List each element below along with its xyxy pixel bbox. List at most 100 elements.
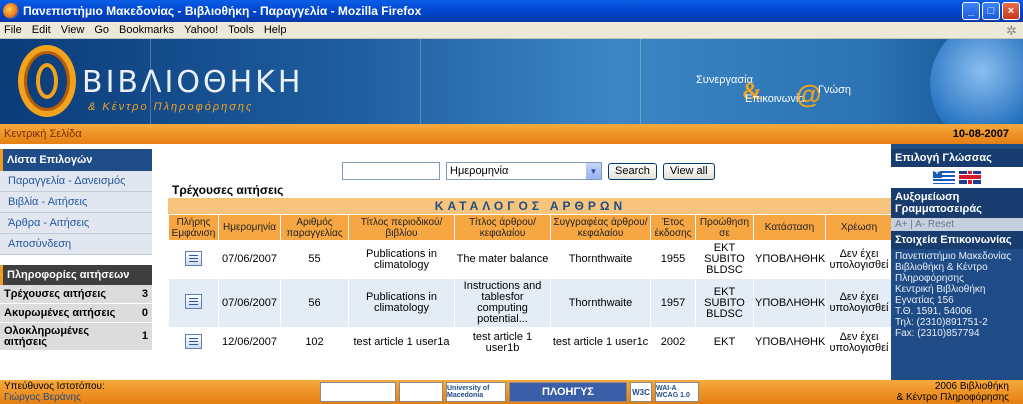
col-header-charge: Χρέωση [825, 214, 893, 241]
maximize-button[interactable]: □ [982, 2, 1000, 20]
menu-tools[interactable]: Tools [228, 24, 254, 36]
cell-charge: Δεν έχει υπολογισθεί [825, 278, 893, 328]
contact-info: Πανεπιστήμιο Μακεδονίας Βιβλιοθήκη & Κέν… [895, 251, 1012, 339]
stat-label: Ολοκληρωμένες αιτήσεις [4, 324, 90, 348]
w3c-logo-icon[interactable]: W3C [630, 382, 652, 402]
page-title: Τρέχουσες αιτήσεις [172, 183, 284, 197]
stat-label: Τρέχουσες αιτήσεις [4, 288, 107, 300]
stat-label: Ακυρωμένες αιτήσεις [4, 307, 116, 319]
font-size-title: Αυξομείωση Γραμματοσειράς [891, 188, 1023, 218]
font-size-controls[interactable]: A+ | A- Reset [891, 218, 1023, 231]
col-header-year: Έτος έκδοσης [650, 214, 696, 241]
webmaster-name-link[interactable]: Γιώργος Βεράνης [4, 392, 105, 403]
col-header-author: Συγγραφέας άρθρου/κεφαλαίου [550, 214, 651, 241]
contact-title: Στοιχεία Επικοινωνίας [891, 231, 1023, 249]
cell-forward: EKT SUBITO BLDSC [695, 240, 754, 279]
col-header-article-title: Τίτλος άρθρου/κεφαλαίου [454, 214, 551, 241]
cell-author: test article 1 user1c [550, 327, 651, 358]
col-header-journal-title: Τίτλος περιοδικού/βιβλίου [348, 214, 455, 241]
university-logo-icon[interactable]: University of Macedonia [446, 382, 506, 402]
stat-row-current[interactable]: Τρέχουσες αιτήσεις 3 [0, 285, 152, 304]
menu-yahoo[interactable]: Yahoo! [184, 24, 218, 36]
search-button[interactable]: Search [608, 162, 657, 180]
window-controls: _ □ × [962, 2, 1020, 20]
menu-file[interactable]: File [4, 24, 22, 36]
information-society-logo-icon[interactable] [399, 382, 443, 402]
cell-status: ΥΠΟΒΛΗΘΗΚΕ [753, 327, 826, 358]
webmaster-info: Υπεύθυνος Ιστοτόπου: Γιώργος Βεράνης [4, 381, 105, 403]
cell-status: ΥΠΟΒΛΗΘΗΚΕ [753, 278, 826, 328]
view-details-icon[interactable] [185, 294, 202, 309]
search-bar: Ημερομηνία ▼ Search View all [342, 162, 715, 180]
site-footer: Υπεύθυνος Ιστοτόπου: Γιώργος Βεράνης Uni… [0, 380, 1023, 404]
library-subtitle: & Κέντρο Πληροφόρησης [88, 101, 254, 113]
stat-count: 0 [141, 307, 148, 319]
cell-year: 1957 [650, 278, 696, 328]
minimize-button[interactable]: _ [962, 2, 980, 20]
table-header-row: Πλήρης Εμφάνιση Ημερομηνία Αριθμός παραγ… [168, 214, 893, 241]
throbber-icon: ✲ [1006, 23, 1017, 38]
sidebar-item-logout[interactable]: Αποσύνδεση [0, 234, 152, 255]
request-info-title: Πληροφορίες αιτήσεων [0, 265, 152, 285]
menu-go[interactable]: Go [94, 24, 109, 36]
language-title: Επιλογή Γλώσσας [891, 149, 1023, 167]
col-header-order-number: Αριθμός παραγγελίας [280, 214, 349, 241]
menu-bar: File Edit View Go Bookmarks Yahoo! Tools… [0, 22, 1023, 39]
search-field-selected: Ημερομηνία [450, 165, 509, 177]
sidebar-item-order-loan[interactable]: Παραγγελία - Δανεισμός [0, 171, 152, 192]
footer-logos: University of Macedonia ΠΛΟΗΓΥΣ W3C WAI-… [320, 382, 699, 402]
stat-row-cancelled[interactable]: Ακυρωμένες αιτήσεις 0 [0, 304, 152, 323]
current-date: 10-08-2007 [952, 128, 1009, 140]
view-all-button[interactable]: View all [662, 162, 715, 180]
requests-table: ΚΑΤΑΛΟΓΟΣ ΑΡΘΡΩΝ Πλήρης Εμφάνιση Ημερομη… [168, 198, 893, 358]
cell-journal: Publications in climatology [348, 278, 455, 328]
menu-edit[interactable]: Edit [32, 24, 51, 36]
cell-author: Thornthwaite [550, 240, 651, 279]
left-sidebar: Λίστα Επιλογών Παραγγελία - Δανεισμός Βι… [0, 144, 152, 380]
view-details-icon[interactable] [185, 333, 202, 349]
cell-article: Instructions and tablesfor computing pot… [454, 278, 551, 328]
cell-author: Thornthwaite [550, 278, 651, 328]
ploigis-logo-icon[interactable]: ΠΛΟΗΓΥΣ [509, 382, 627, 402]
slogan-knowledge: Γνώση [818, 84, 852, 96]
options-menu-title: Λίστα Επιλογών [0, 149, 152, 171]
col-header-date: Ημερομηνία [218, 214, 281, 241]
menu-help[interactable]: Help [264, 24, 287, 36]
cell-forward: EKT [695, 327, 754, 358]
sidebar-item-book-requests[interactable]: Βιβλία - Αιτήσεις [0, 192, 152, 213]
table-row: 07/06/2007 55 Publications in climatolog… [168, 240, 893, 279]
view-details-icon[interactable] [185, 250, 202, 266]
search-input[interactable] [342, 162, 440, 180]
cell-order: 56 [280, 278, 349, 328]
sidebar-item-article-requests[interactable]: Άρθρα - Αιτήσεις [0, 213, 152, 234]
search-field-select[interactable]: Ημερομηνία ▼ [446, 162, 602, 180]
table-caption: ΚΑΤΑΛΟΓΟΣ ΑΡΘΡΩΝ [168, 198, 893, 214]
cell-charge: Δεν έχει υπολογισθεί [825, 327, 893, 358]
right-sidebar: Επιλογή Γλώσσας Αυξομείωση Γραμματοσειρά… [891, 144, 1023, 380]
stat-row-completed[interactable]: Ολοκληρωμένες αιτήσεις 1 [0, 323, 152, 351]
cell-order: 102 [280, 327, 349, 358]
cell-year: 2002 [650, 327, 696, 358]
eu-logo-icon[interactable] [320, 382, 396, 402]
firefox-icon [3, 3, 19, 19]
col-header-status: Κατάσταση [753, 214, 826, 241]
language-flags [891, 167, 1023, 188]
chevron-down-icon[interactable]: ▼ [586, 163, 601, 179]
cell-forward: EKT SUBITO BLDSC [695, 278, 754, 328]
close-button[interactable]: × [1002, 2, 1020, 20]
menu-view[interactable]: View [61, 24, 85, 36]
menu-bookmarks[interactable]: Bookmarks [119, 24, 174, 36]
cell-article: The mater balance [454, 240, 551, 279]
greek-flag-icon[interactable] [933, 167, 955, 184]
table-row: 07/06/2007 56 Publications in climatolog… [168, 278, 893, 328]
table-row: 12/06/2007 102 test article 1 user1a tes… [168, 327, 893, 358]
main-content: Ημερομηνία ▼ Search View all Τρέχουσες α… [152, 144, 893, 380]
wai-a-logo-icon[interactable]: WAI-A WCAG 1.0 [655, 382, 699, 402]
webmaster-label: Υπεύθυνος Ιστοτόπου: [4, 381, 105, 392]
cell-date: 07/06/2007 [218, 240, 281, 279]
home-link[interactable]: Κεντρική Σελίδα [4, 128, 82, 140]
globe-graphic [930, 39, 1023, 124]
copyright: 2006 Βιβλιοθήκη & Κέντρο Πληροφόρησης [896, 381, 1009, 403]
uk-flag-icon[interactable] [959, 171, 981, 184]
nav-strip: Κεντρική Σελίδα 10-08-2007 [0, 124, 1023, 144]
